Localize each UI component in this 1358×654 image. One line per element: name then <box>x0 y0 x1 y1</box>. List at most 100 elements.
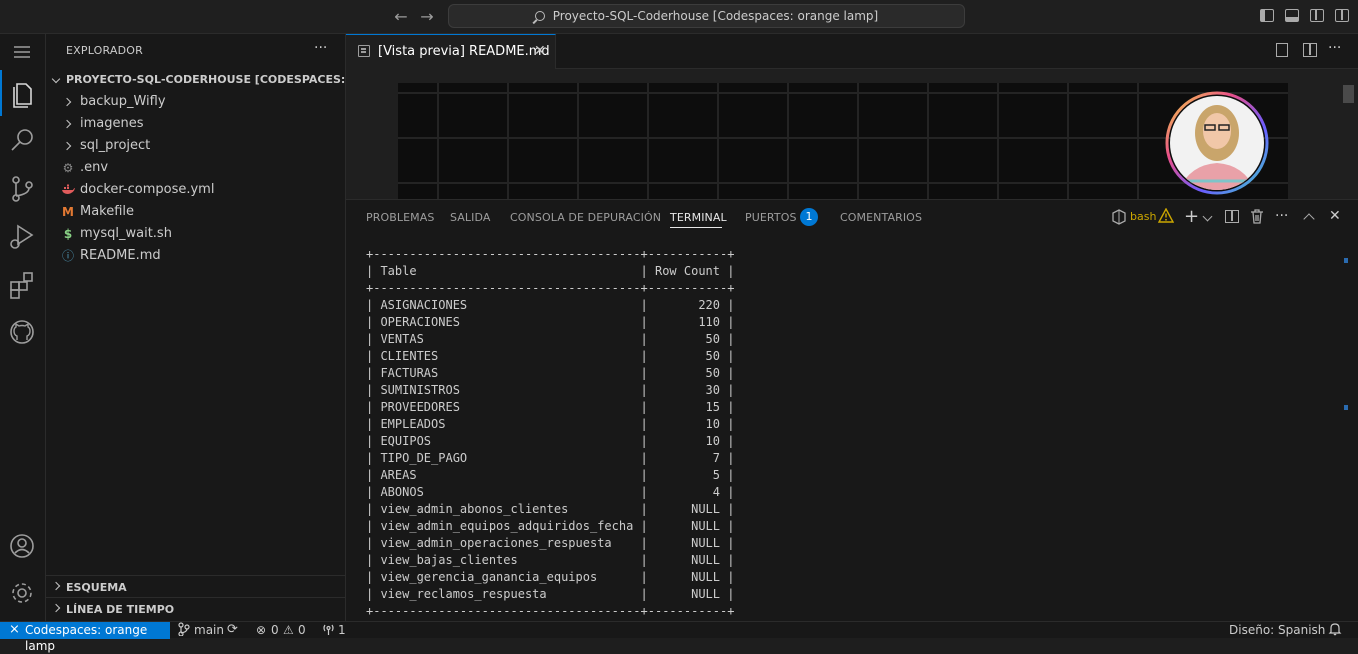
tree-item-label: backup_Wifly <box>80 94 166 109</box>
readme-banner-image <box>398 83 1288 199</box>
more-actions-icon[interactable]: ··· <box>314 40 327 56</box>
bottom-panel: PROBLEMAS SALIDA CONSOLA DE DEPURACIÓN T… <box>346 199 1358 621</box>
tab-readme-preview[interactable]: [Vista previa] README.md ✕ <box>346 34 556 69</box>
close-icon[interactable]: ✕ <box>534 43 546 59</box>
remote-icon: ⨯ <box>9 622 20 637</box>
tab-comments[interactable]: COMENTARIOS <box>840 211 922 224</box>
branch-name[interactable]: main <box>194 622 224 638</box>
table-row: | VENTAS | 50 | <box>366 332 735 346</box>
run-debug-icon[interactable] <box>0 214 46 260</box>
root-folder-label: PROYECTO-SQL-CODERHOUSE [CODESPACES: ORA… <box>66 73 389 86</box>
timeline-label: LÍNEA DE TIEMPO <box>66 603 175 616</box>
table-row: | view_admin_operaciones_respuesta | NUL… <box>366 536 735 550</box>
table-row: | ASIGNACIONES | 220 | <box>366 298 735 312</box>
more-actions-icon[interactable]: ··· <box>1275 208 1288 224</box>
info-icon: ⓘ <box>61 249 74 263</box>
tree-item-imagenes[interactable]: imagenes <box>46 113 346 135</box>
tree-item-env[interactable]: ⚙ .env <box>46 157 346 179</box>
notifications-bell-icon[interactable] <box>1328 622 1342 638</box>
source-control-icon[interactable] <box>0 166 46 212</box>
extensions-icon[interactable] <box>0 262 46 308</box>
outline-label: ESQUEMA <box>66 581 127 594</box>
command-center-search[interactable]: Proyecto-SQL-Coderhouse [Codespaces: ora… <box>448 4 965 28</box>
editor-tab-bar: [Vista previa] README.md ✕ ··· <box>346 34 1358 69</box>
more-actions-icon[interactable]: ··· <box>1328 40 1341 56</box>
tree-item-label: Makefile <box>80 204 135 219</box>
table-row: | TIPO_DE_PAGO | 7 | <box>366 451 735 465</box>
chevron-right-icon <box>62 119 72 129</box>
warning-icon <box>1157 207 1175 227</box>
tree-item-readme[interactable]: ⓘ README.md <box>46 245 346 267</box>
tree-item-label: imagenes <box>80 116 144 131</box>
customize-layout-icon[interactable] <box>1335 9 1349 22</box>
toggle-secondary-sidebar-icon[interactable] <box>1310 9 1324 22</box>
outline-section-header[interactable]: ESQUEMA <box>46 575 345 597</box>
tab-output[interactable]: SALIDA <box>450 211 491 224</box>
warning-count[interactable]: 0 <box>298 622 306 638</box>
github-icon[interactable] <box>0 310 46 356</box>
tab-debug-console[interactable]: CONSOLA DE DEPURACIÓN <box>510 211 661 224</box>
ports-forwarded-count[interactable]: 1 <box>338 622 346 638</box>
chevron-down-icon[interactable] <box>1202 211 1213 222</box>
open-source-icon[interactable] <box>1276 43 1288 57</box>
tree-item-mysql-wait[interactable]: $ mysql_wait.sh <box>46 223 346 245</box>
docker-icon <box>61 183 75 197</box>
command-center-label: Proyecto-SQL-Coderhouse [Codespaces: ora… <box>552 9 879 23</box>
search-icon <box>534 11 545 21</box>
manage-gear-icon[interactable] <box>0 570 46 616</box>
search-icon[interactable] <box>0 118 46 164</box>
table-border: +-------------------------------------+-… <box>366 247 735 261</box>
toggle-panel-icon[interactable] <box>1285 9 1299 22</box>
explorer-sidebar: EXPLORADOR ··· PROYECTO-SQL-CODERHOUSE [… <box>46 34 388 621</box>
tab-ports[interactable]: PUERTOS <box>745 211 797 224</box>
overview-ruler-mark <box>1344 405 1348 410</box>
accounts-icon[interactable] <box>0 522 46 568</box>
timeline-section-header[interactable]: LÍNEA DE TIEMPO <box>46 597 345 619</box>
title-bar: ← → Proyecto-SQL-Coderhouse [Codespaces:… <box>0 0 1358 34</box>
tree-item-docker-compose[interactable]: docker-compose.yml <box>46 179 346 201</box>
chevron-down-icon <box>51 74 61 84</box>
terminal-shell-name[interactable]: bash <box>1130 210 1156 223</box>
active-tab-indicator <box>670 227 722 228</box>
status-bar: ⨯ Codespaces: orange lamp main ⟳ ⊗ 0 ⚠ 0… <box>0 621 1358 653</box>
forward-arrow-icon[interactable]: → <box>417 7 437 27</box>
ports-forwarded-icon <box>322 622 335 638</box>
maximize-panel-icon[interactable] <box>1303 213 1315 225</box>
split-terminal-icon[interactable] <box>1225 210 1239 223</box>
trash-icon[interactable] <box>1250 209 1264 228</box>
warning-icon: ⚠ <box>283 623 294 637</box>
preview-icon <box>358 45 370 57</box>
tree-item-label: mysql_wait.sh <box>80 226 172 241</box>
tree-item-makefile[interactable]: M Makefile <box>46 201 346 223</box>
back-arrow-icon[interactable]: ← <box>391 7 411 27</box>
remote-indicator[interactable]: ⨯ Codespaces: orange lamp <box>0 622 170 653</box>
explorer-icon[interactable] <box>0 70 46 116</box>
tree-item-backup-wifly[interactable]: backup_Wifly <box>46 91 346 113</box>
tree-item-sql-project[interactable]: sql_project <box>46 135 346 157</box>
table-row: | view_gerencia_ganancia_equipos | NULL … <box>366 570 735 584</box>
table-border: +-------------------------------------+-… <box>366 604 735 618</box>
preview-scrollbar[interactable] <box>1343 85 1354 103</box>
chevron-right-icon <box>62 97 72 107</box>
root-folder[interactable]: PROYECTO-SQL-CODERHOUSE [CODESPACES: ORA… <box>46 69 388 91</box>
table-row: | SUMINISTROS | 30 | <box>366 383 735 397</box>
table-row: | AREAS | 5 | <box>366 468 735 482</box>
tree-item-label: .env <box>80 160 109 175</box>
table-row: | EMPLEADOS | 10 | <box>366 417 735 431</box>
tab-terminal[interactable]: TERMINAL <box>670 211 727 224</box>
chevron-right-icon <box>51 581 61 591</box>
terminal-output[interactable]: +-------------------------------------+-… <box>366 246 734 620</box>
new-terminal-icon[interactable]: + <box>1184 206 1199 227</box>
tab-problems[interactable]: PROBLEMAS <box>366 211 434 224</box>
remote-label: Codespaces: orange lamp <box>25 623 148 653</box>
table-row: | CLIENTES | 50 | <box>366 349 735 363</box>
close-panel-icon[interactable]: ✕ <box>1329 208 1341 224</box>
tree-item-label: sql_project <box>80 138 151 153</box>
table-row: | view_admin_abonos_clientes | NULL | <box>366 502 735 516</box>
toggle-primary-sidebar-icon[interactable] <box>1260 9 1274 22</box>
sync-icon[interactable]: ⟳ <box>227 622 238 638</box>
error-count[interactable]: 0 <box>271 622 279 638</box>
table-row: | PROVEEDORES | 15 | <box>366 400 735 414</box>
split-editor-icon[interactable] <box>1303 43 1317 57</box>
keyboard-layout[interactable]: Diseño: Spanish <box>1229 622 1325 638</box>
